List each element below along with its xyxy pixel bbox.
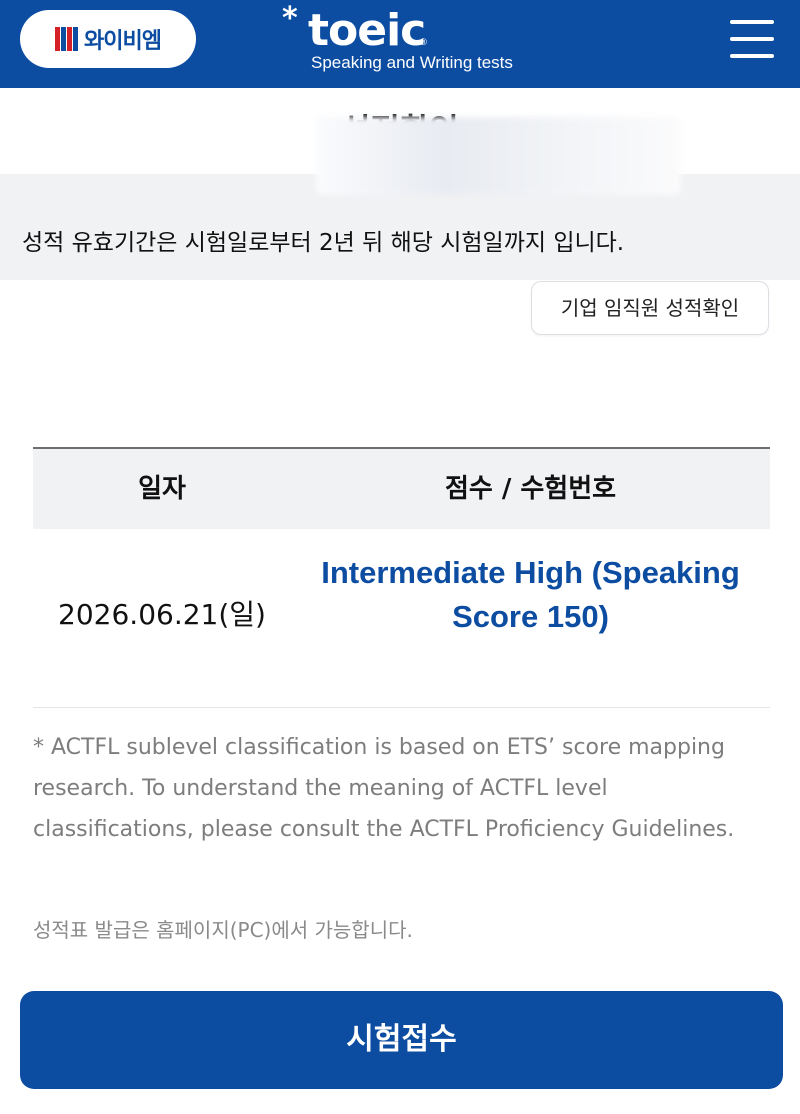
validity-notice: 성적 유효기간은 시험일로부터 2년 뒤 해당 시험일까지 입니다. [22,230,625,256]
toeic-wordmark: toeic [308,5,426,56]
top-header: 와이비엠 * toeic ® Speaking and Writing test… [0,0,800,88]
hamburger-menu-icon[interactable] [730,18,774,60]
test-registration-button[interactable]: 시험접수 [20,991,783,1089]
toeic-logo[interactable]: * toeic ® Speaking and Writing tests [278,2,538,82]
pc-issuance-note: 성적표 발급은 홈페이지(PC)에서 가능합니다. [33,918,413,942]
table-header: 일자 점수 / 수험번호 [33,447,770,529]
ybm-home-link[interactable]: 와이비엠 [20,10,196,68]
score-table: 일자 점수 / 수험번호 2026.06.21(일) Intermediate … [33,447,770,708]
registered-mark: ® [419,38,428,48]
actfl-note: * ACTFL sublevel classification is based… [33,735,735,842]
toeic-subtitle: Speaking and Writing tests [311,53,513,72]
corporate-score-check-button[interactable]: 기업 임직원 성적확인 [531,281,769,335]
toeic-star-icon: * [282,1,298,36]
table-row: 2026.06.21(일) Intermediate High (Speakin… [33,529,770,708]
column-header-date: 일자 [138,474,186,504]
column-header-score: 점수 / 수험번호 [444,474,617,504]
score-result-link[interactable]: Intermediate High (Speaking Score 150) [291,551,770,639]
ybm-brand-text: 와이비엠 [84,29,162,54]
masked-registration-number [316,117,681,195]
ybm-logo-icon [55,27,79,51]
test-date: 2026.06.21(일) [58,598,266,631]
